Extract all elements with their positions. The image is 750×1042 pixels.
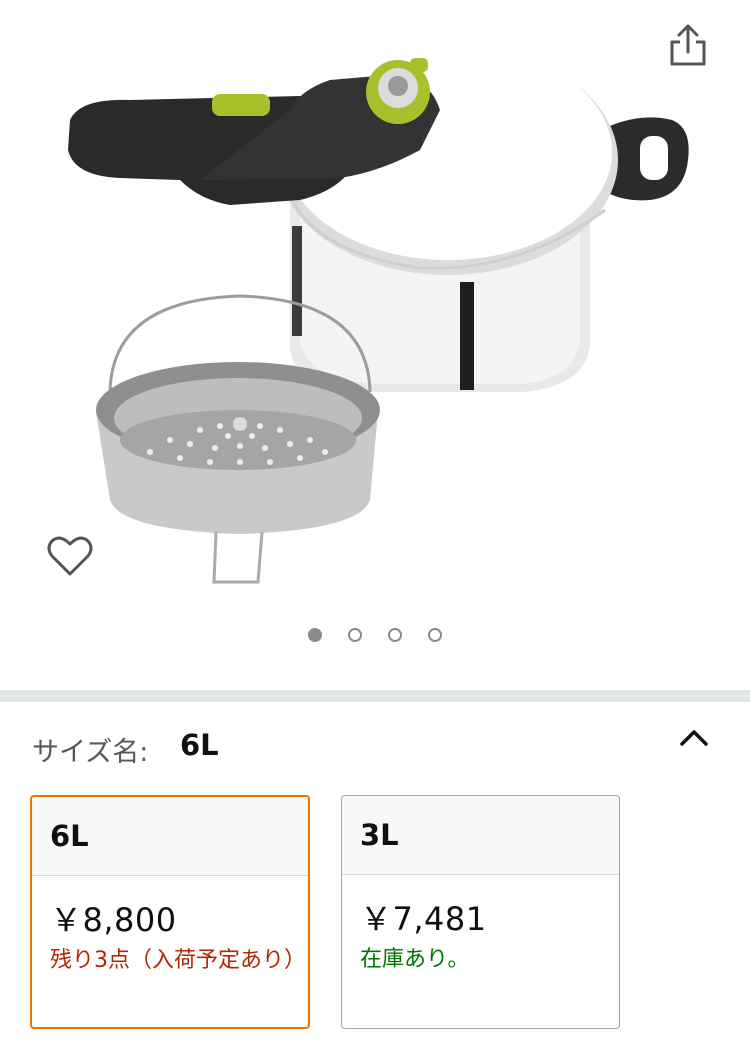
carousel-dot-3[interactable] <box>388 628 402 642</box>
add-to-wishlist-button[interactable] <box>44 530 96 582</box>
heart-icon <box>47 536 93 576</box>
size-option-header: 6L <box>32 797 308 876</box>
share-icon <box>670 24 706 66</box>
size-selector-header[interactable]: サイズ名: 6L <box>0 702 750 792</box>
product-image-carousel[interactable] <box>0 0 750 690</box>
share-button[interactable] <box>666 20 710 70</box>
size-option-price: ￥8,800 <box>50 901 177 939</box>
size-option-name: 6L <box>50 819 89 853</box>
size-option-availability: 残り3点（入荷予定あり） <box>50 948 306 973</box>
size-option-name: 3L <box>360 818 399 852</box>
carousel-dot-1[interactable] <box>308 628 322 642</box>
size-option-3l[interactable]: 3L ￥7,481 在庫あり。 <box>341 795 620 1029</box>
section-divider <box>0 690 750 702</box>
size-option-price: ￥7,481 <box>360 900 487 938</box>
size-option-6l[interactable]: 6L ￥8,800 残り3点（入荷予定あり） <box>30 795 310 1029</box>
product-image <box>68 44 689 584</box>
size-label: サイズ名: <box>32 737 149 768</box>
chevron-up-icon <box>680 730 708 746</box>
collapse-button[interactable] <box>676 724 712 754</box>
size-option-availability: 在庫あり。 <box>360 947 470 972</box>
carousel-dot-2[interactable] <box>348 628 362 642</box>
carousel-dot-4[interactable] <box>428 628 442 642</box>
carousel-indicator <box>0 628 750 648</box>
selected-size-value: 6L <box>180 728 219 762</box>
size-option-header: 3L <box>342 796 619 875</box>
